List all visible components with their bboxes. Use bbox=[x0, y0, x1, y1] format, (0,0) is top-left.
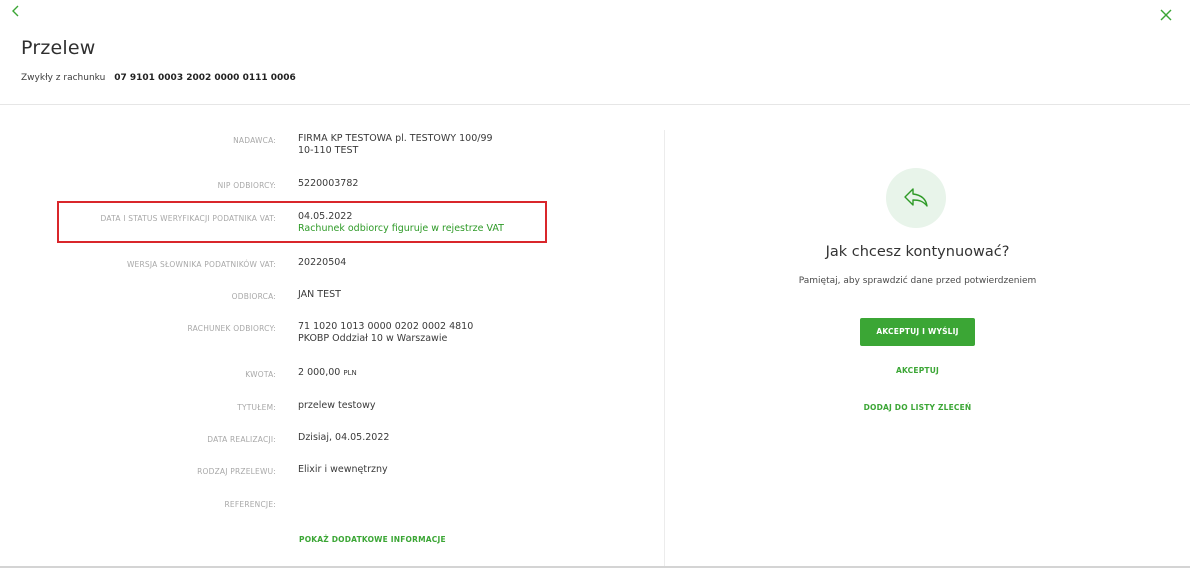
vertical-divider bbox=[664, 130, 665, 568]
sender-line-1: FIRMA KP TESTOWA pl. TESTOWY 100/99 bbox=[298, 133, 493, 144]
recipient-bank: PKOBP Oddział 10 w Warszawie bbox=[298, 333, 448, 344]
detail-value: 71 1020 1013 0000 0202 0002 4810 PKOBP O… bbox=[298, 321, 473, 345]
sender-line-2: 10-110 TEST bbox=[298, 145, 359, 156]
recipient-account-number: 71 1020 1013 0000 0202 0002 4810 bbox=[298, 321, 474, 332]
verify-note: Pamiętaj, aby sprawdzić dane przed potwi… bbox=[798, 276, 1037, 286]
back-chevron-icon[interactable] bbox=[10, 4, 26, 20]
detail-value: 20220504 bbox=[298, 257, 347, 268]
amount-currency: PLN bbox=[343, 369, 357, 377]
detail-value: przelew testowy bbox=[298, 400, 376, 411]
vat-verification-highlight bbox=[57, 201, 547, 243]
header-divider bbox=[0, 104, 1190, 105]
source-account-number: 07 9101 0003 2002 0000 0111 0006 bbox=[114, 73, 296, 83]
share-arrow-icon bbox=[886, 168, 946, 228]
detail-value: Elixir i wewnętrzny bbox=[298, 464, 388, 475]
accept-link[interactable]: AKCEPTUJ bbox=[665, 366, 1170, 375]
detail-label: TYTUŁEM: bbox=[237, 403, 276, 412]
detail-label: WERSJA SŁOWNIKA PODATNIKÓW VAT: bbox=[126, 260, 276, 269]
detail-value: Dzisiaj, 04.05.2022 bbox=[298, 432, 390, 443]
detail-label: REFERENCJE: bbox=[224, 500, 276, 509]
amount-value: 2 000,00 bbox=[298, 367, 341, 378]
accept-and-send-button[interactable]: AKCEPTUJ I WYŚLIJ bbox=[860, 318, 975, 346]
page-title: Przelew bbox=[21, 37, 96, 59]
detail-label: RODZAJ PRZELEWU: bbox=[197, 467, 276, 476]
detail-label: KWOTA: bbox=[245, 370, 276, 379]
detail-label: RACHUNEK ODBIORCY: bbox=[187, 324, 276, 333]
close-icon[interactable] bbox=[1160, 6, 1174, 21]
add-to-order-list-link[interactable]: DODAJ DO LISTY ZLECEŃ bbox=[665, 403, 1170, 412]
detail-value: FIRMA KP TESTOWA pl. TESTOWY 100/99 10-1… bbox=[298, 133, 493, 157]
subtitle-label: Zwykły z rachunku bbox=[21, 73, 106, 83]
detail-label: ODBIORCA: bbox=[231, 292, 276, 301]
show-more-info-link[interactable]: POKAŻ DODATKOWE INFORMACJE bbox=[299, 535, 446, 544]
account-subtitle: Zwykły z rachunku 07 9101 0003 2002 0000… bbox=[21, 73, 296, 83]
detail-label: NIP ODBIORCY: bbox=[217, 181, 276, 190]
detail-label: NADAWCA: bbox=[233, 136, 276, 145]
detail-value: 5220003782 bbox=[298, 178, 359, 189]
continue-heading: Jak chcesz kontynuować? bbox=[825, 244, 1010, 260]
top-bar: Przelew Zwykły z rachunku 07 9101 0003 2… bbox=[0, 0, 1190, 104]
detail-label: DATA REALIZACJI: bbox=[207, 435, 276, 444]
detail-value: 2 000,00 PLN bbox=[298, 367, 357, 379]
detail-value: JAN TEST bbox=[298, 289, 341, 300]
